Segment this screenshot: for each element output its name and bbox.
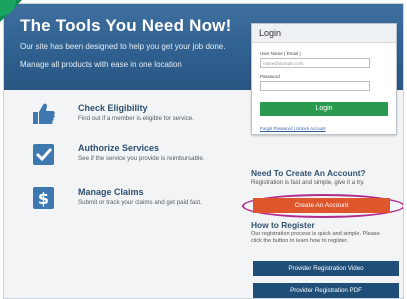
login-panel: Login User Name ( Email ) name@domain.co…: [251, 23, 397, 135]
page-frame: The Tools You Need Now! Our site has bee…: [3, 3, 404, 299]
how-to-register-text: Our registration process is quick and si…: [251, 231, 380, 244]
feature-title: Check Eligibility: [78, 103, 148, 113]
login-title: Login: [259, 28, 282, 38]
feature-description: See if the service you provide is reimbu…: [78, 155, 205, 162]
create-account-button[interactable]: Create An Account: [253, 198, 390, 213]
checkmark-icon: [32, 142, 56, 166]
thumbs-up-icon: [32, 102, 56, 126]
password-label: Password: [260, 74, 280, 79]
username-label: User Name ( Email ): [260, 51, 301, 56]
login-header: Login: [252, 24, 396, 43]
hero-tagline: Our site has been designed to help you g…: [20, 42, 226, 51]
registration-video-button[interactable]: Provider Registration Video: [253, 261, 399, 276]
create-account-heading: Need To Create An Account?: [251, 168, 366, 178]
feature-authorize-services: Authorize Services See if the service yo…: [32, 142, 237, 182]
username-input[interactable]: name@domain.com: [260, 58, 370, 68]
feature-title: Authorize Services: [78, 143, 160, 153]
hero-title: The Tools You Need Now!: [20, 16, 232, 35]
svg-text:$: $: [38, 189, 49, 208]
registration-pdf-button[interactable]: Provider Registration PDF: [253, 283, 399, 298]
feature-check-eligibility: Check Eligibility Find out if a member i…: [32, 102, 237, 142]
dollar-icon: $: [32, 186, 56, 210]
hero-subtagline: Manage all products with ease in one loc…: [20, 60, 182, 69]
login-button[interactable]: Login: [260, 102, 388, 116]
forgot-password-link[interactable]: Forgot Password | Unlock Account: [260, 126, 326, 131]
feature-title: Manage Claims: [78, 187, 144, 197]
feature-description: Find out if a member is eligible for ser…: [78, 115, 194, 122]
feature-manage-claims: $ Manage Claims Submit or track your cla…: [32, 186, 237, 226]
feature-description: Submit or track your claims and get paid…: [78, 199, 202, 206]
create-account-subtext: Registration is fast and simple, give it…: [251, 180, 365, 186]
password-input[interactable]: [260, 81, 370, 91]
how-to-register-heading: How to Register: [251, 220, 315, 230]
